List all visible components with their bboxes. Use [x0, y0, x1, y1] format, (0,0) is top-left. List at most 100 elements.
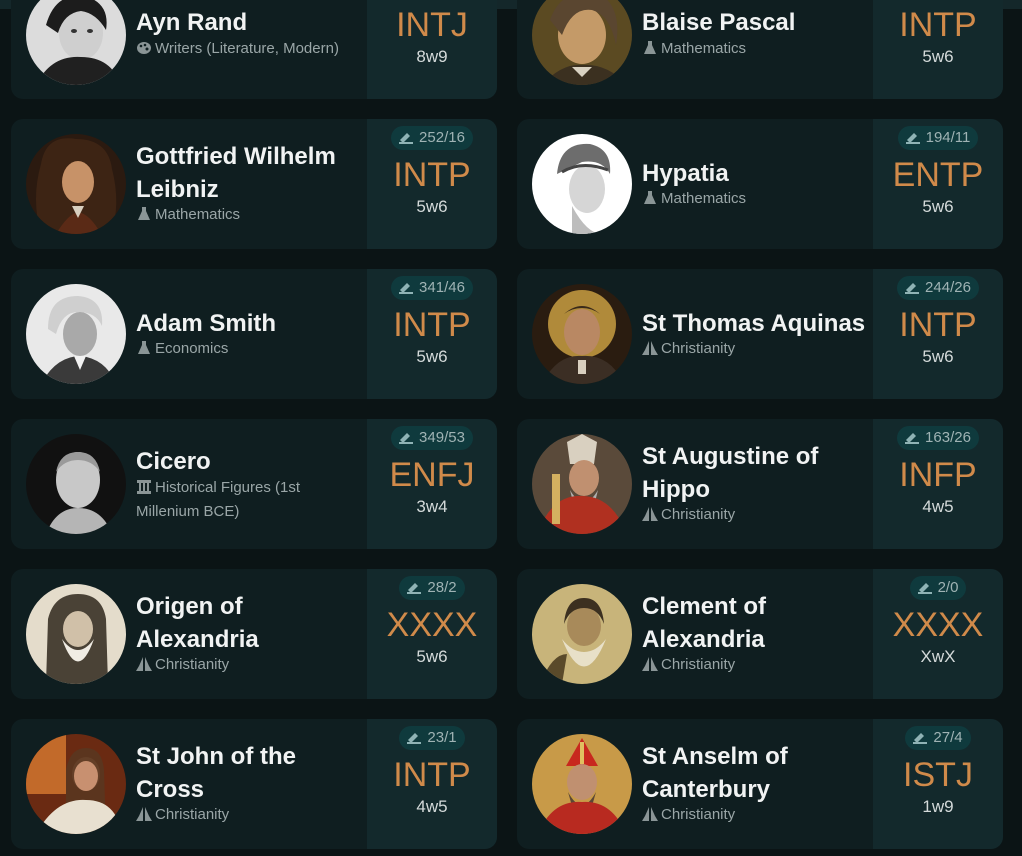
mbti-type: INTP	[393, 156, 471, 194]
profile-category[interactable]: Mathematics	[136, 203, 346, 227]
profile-card[interactable]: St Augustine of Hippo Christianity 163/2…	[517, 419, 1003, 549]
votes-count[interactable]: 194/11	[873, 126, 1003, 150]
enneagram-type: 4w5	[416, 797, 448, 816]
vote-icon	[913, 730, 928, 744]
category-label: Historical Figures (1st Millenium BCE)	[136, 479, 301, 520]
type-panel: 252/16 INTP 5w6	[367, 119, 497, 249]
vote-icon	[399, 280, 414, 294]
votes-count[interactable]: 163/26	[873, 426, 1003, 450]
profile-card[interactable]: St John of the Cross Christianity 23/1 I…	[11, 719, 497, 849]
flask-icon	[642, 41, 658, 55]
votes-count[interactable]: 244/26	[873, 276, 1003, 300]
mbti-type: INTP	[393, 306, 471, 344]
avatar	[532, 134, 632, 234]
category-label: Mathematics	[661, 190, 747, 207]
profile-name[interactable]: Blaise Pascal	[642, 6, 870, 39]
profile-card[interactable]: Cicero Historical Figures (1st Millenium…	[11, 419, 497, 549]
profile-name[interactable]: Clement of Alexandria	[642, 590, 870, 656]
profile-card[interactable]: Clement of Alexandria Christianity 2/0 X…	[517, 569, 1003, 699]
profile-category[interactable]: Christianity	[642, 337, 852, 361]
enneagram-type: 5w6	[922, 197, 954, 216]
avatar	[532, 0, 632, 85]
category-label: Christianity	[661, 340, 736, 357]
praying-hands-icon	[642, 657, 658, 671]
type-panel: 194/11 ENTP 5w6	[873, 119, 1003, 249]
mbti-type: ENFJ	[389, 456, 475, 494]
enneagram-type: 4w5	[922, 497, 954, 516]
profile-name[interactable]: Origen of Alexandria	[136, 590, 364, 656]
mbti-type: INTJ	[396, 6, 468, 44]
profile-card[interactable]: St Thomas Aquinas Christianity 244/26 IN…	[517, 269, 1003, 399]
flask-icon	[136, 207, 152, 221]
profile-name[interactable]: St John of the Cross	[136, 740, 364, 806]
votes-count[interactable]: 2/0	[873, 576, 1003, 600]
avatar	[532, 284, 632, 384]
profile-card[interactable]: Origen of Alexandria Christianity 28/2 X…	[11, 569, 497, 699]
type-panel: INTP 5w6	[873, 0, 1003, 99]
profile-category[interactable]: Christianity	[642, 503, 852, 527]
profile-card[interactable]: Hypatia Mathematics 194/11 ENTP 5w6	[517, 119, 1003, 249]
profile-name[interactable]: St Augustine of Hippo	[642, 440, 870, 506]
category-label: Christianity	[661, 506, 736, 523]
praying-hands-icon	[642, 507, 658, 521]
profile-category[interactable]: Writers (Literature, Modern)	[136, 37, 346, 61]
category-label: Mathematics	[661, 40, 747, 57]
profile-name[interactable]: St Thomas Aquinas	[642, 307, 870, 340]
profile-card[interactable]: Blaise Pascal Mathematics INTP 5w6	[517, 0, 1003, 99]
votes-count[interactable]: 28/2	[367, 576, 497, 600]
votes-count[interactable]: 341/46	[367, 276, 497, 300]
enneagram-type: 5w6	[922, 47, 954, 66]
profile-category[interactable]: Christianity	[642, 803, 852, 827]
profile-name[interactable]: Ayn Rand	[136, 6, 364, 39]
profile-name[interactable]: Gottfried Wilhelm Leibniz	[136, 140, 364, 206]
category-label: Economics	[155, 340, 229, 357]
profile-category[interactable]: Mathematics	[642, 187, 852, 211]
praying-hands-icon	[136, 657, 152, 671]
mbti-type: ISTJ	[903, 756, 973, 794]
profile-name[interactable]: Hypatia	[642, 157, 870, 190]
profile-category[interactable]: Christianity	[642, 653, 852, 677]
praying-hands-icon	[642, 341, 658, 355]
vote-icon	[905, 430, 920, 444]
type-panel: 244/26 INTP 5w6	[873, 269, 1003, 399]
enneagram-type: XwX	[920, 647, 956, 666]
profile-category[interactable]: Christianity	[136, 653, 346, 677]
avatar	[26, 134, 126, 234]
profile-card[interactable]: Ayn Rand Writers (Literature, Modern) IN…	[11, 0, 497, 99]
profile-name[interactable]: Adam Smith	[136, 307, 364, 340]
type-panel: 2/0 XXXX XwX	[873, 569, 1003, 699]
votes-count[interactable]: 252/16	[367, 126, 497, 150]
profile-name[interactable]: St Anselm of Canterbury	[642, 740, 870, 806]
votes-count[interactable]: 349/53	[367, 426, 497, 450]
type-panel: 341/46 INTP 5w6	[367, 269, 497, 399]
column-icon	[136, 480, 152, 494]
profile-category[interactable]: Historical Figures (1st Millenium BCE)	[136, 476, 346, 524]
profile-category[interactable]: Economics	[136, 337, 346, 361]
profile-category[interactable]: Christianity	[136, 803, 346, 827]
profile-category[interactable]: Mathematics	[642, 37, 852, 61]
type-panel: 163/26 INFP 4w5	[873, 419, 1003, 549]
votes-count[interactable]: 27/4	[873, 726, 1003, 750]
praying-hands-icon	[642, 807, 658, 821]
mbti-type: XXXX	[892, 606, 984, 644]
votes-count[interactable]: 23/1	[367, 726, 497, 750]
enneagram-type: 8w9	[416, 47, 448, 66]
profile-card[interactable]: Adam Smith Economics 341/46 INTP 5w6	[11, 269, 497, 399]
avatar	[26, 584, 126, 684]
mbti-type: INTP	[899, 6, 977, 44]
flask-icon	[642, 191, 658, 205]
profile-name[interactable]: Cicero	[136, 445, 364, 478]
category-label: Christianity	[155, 656, 230, 673]
type-panel: 349/53 ENFJ 3w4	[367, 419, 497, 549]
profile-card[interactable]: Gottfried Wilhelm Leibniz Mathematics 25…	[11, 119, 497, 249]
enneagram-type: 5w6	[922, 347, 954, 366]
avatar	[26, 0, 126, 85]
type-panel: 23/1 INTP 4w5	[367, 719, 497, 849]
profile-card[interactable]: St Anselm of Canterbury Christianity 27/…	[517, 719, 1003, 849]
mbti-type: ENTP	[892, 156, 984, 194]
avatar	[26, 434, 126, 534]
enneagram-type: 3w4	[416, 497, 448, 516]
mbti-type: XXXX	[386, 606, 478, 644]
vote-icon	[399, 130, 414, 144]
type-panel: 28/2 XXXX 5w6	[367, 569, 497, 699]
